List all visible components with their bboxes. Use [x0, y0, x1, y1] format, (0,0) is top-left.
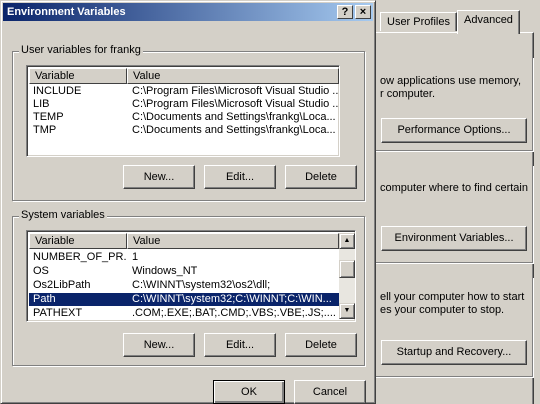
button-label: Environment Variables...: [394, 232, 514, 244]
variable-name: TEMP: [33, 111, 64, 123]
list-item[interactable]: TEMP C:\Documents and Settings\frankg\Lo…: [29, 111, 339, 124]
user-new-button[interactable]: New...: [123, 165, 195, 189]
variable-name: NUMBER_OF_PR...: [33, 251, 127, 263]
list-item[interactable]: OS Windows_NT: [29, 265, 339, 278]
variable-value: Windows_NT: [132, 265, 198, 277]
close-button[interactable]: ×: [355, 5, 371, 19]
button-label: Performance Options...: [397, 124, 511, 136]
tab-user-profiles[interactable]: User Profiles: [380, 12, 457, 31]
column-label: Variable: [35, 70, 75, 82]
button-label: New...: [143, 171, 175, 183]
system-variables-list[interactable]: Variable Value NUMBER_OF_PR... 1 OS Wind…: [26, 230, 356, 322]
environment-description: computer where to find certain: [380, 182, 528, 194]
tab-label: User Profiles: [387, 16, 450, 28]
variable-name: LIB: [33, 98, 50, 110]
button-label: OK: [241, 386, 257, 398]
button-label: Edit...: [225, 339, 255, 351]
variable-name: Os2LibPath: [33, 279, 91, 291]
variable-value: C:\Program Files\Microsoft Visual Studio…: [132, 85, 340, 97]
system-edit-button[interactable]: Edit...: [204, 333, 276, 357]
vertical-scrollbar[interactable]: ▲ ▼: [339, 233, 355, 319]
close-icon: ×: [359, 6, 367, 18]
list-item[interactable]: Os2LibPath C:\WINNT\system32\os2\dll;: [29, 279, 339, 292]
user-variables-label: User variables for frankg: [19, 44, 143, 56]
list-item[interactable]: INCLUDE C:\Program Files\Microsoft Visua…: [29, 85, 339, 98]
variable-value: C:\WINNT\system32\os2\dll;: [132, 279, 271, 291]
list-item[interactable]: LIB C:\Program Files\Microsoft Visual St…: [29, 98, 339, 111]
list-item[interactable]: TMP C:\Documents and Settings\frankg\Loc…: [29, 124, 339, 137]
variable-name: PATHEXT: [33, 307, 83, 319]
startup-description-2: es your computer to stop.: [380, 304, 505, 316]
help-icon: ?: [341, 6, 349, 18]
scroll-up-icon: ▲: [343, 237, 351, 244]
variable-value: C:\Program Files\Microsoft Visual Studio…: [132, 98, 340, 110]
performance-description: ow applications use memory,: [380, 75, 522, 87]
variable-name: OS: [33, 265, 49, 277]
column-variable[interactable]: Variable: [29, 68, 127, 84]
variable-value: C:\Documents and Settings\frankg\Loca...: [132, 111, 336, 123]
variable-name: TMP: [33, 124, 57, 136]
scroll-down-button[interactable]: ▼: [339, 303, 355, 319]
scroll-thumb[interactable]: [339, 260, 355, 278]
button-label: Delete: [305, 171, 337, 183]
user-edit-button[interactable]: Edit...: [204, 165, 276, 189]
column-value[interactable]: Value: [127, 68, 339, 84]
variable-name: Path: [33, 293, 56, 305]
startup-recovery-button[interactable]: Startup and Recovery...: [381, 340, 527, 365]
environment-variables-dialog: Environment Variables ? × User variables…: [0, 0, 376, 404]
list-item[interactable]: NUMBER_OF_PR... 1: [29, 251, 339, 264]
scroll-up-button[interactable]: ▲: [339, 233, 355, 249]
performance-options-button[interactable]: Performance Options...: [381, 118, 527, 143]
help-button[interactable]: ?: [337, 5, 353, 19]
button-label: Cancel: [312, 386, 348, 398]
title-bar[interactable]: Environment Variables ? ×: [3, 3, 373, 21]
tab-label: Advanced: [464, 14, 513, 26]
startup-description: ell your computer how to start: [380, 291, 525, 303]
variable-value: C:\WINNT\system32;C:\WINNT;C:\WIN...: [132, 293, 332, 305]
system-variables-label: System variables: [19, 209, 107, 221]
environment-variables-button[interactable]: Environment Variables...: [381, 226, 527, 251]
button-label: Edit...: [225, 171, 255, 183]
button-label: New...: [143, 339, 175, 351]
variable-value: C:\Documents and Settings\frankg\Loca...: [132, 124, 336, 136]
performance-description-2: r computer.: [380, 88, 436, 100]
window-title: Environment Variables: [7, 6, 126, 18]
user-variables-list[interactable]: Variable Value INCLUDE C:\Program Files\…: [26, 65, 340, 157]
ok-button[interactable]: OK: [213, 380, 285, 404]
user-delete-button[interactable]: Delete: [285, 165, 357, 189]
column-label: Value: [133, 235, 161, 247]
column-label: Variable: [35, 235, 75, 247]
scroll-down-icon: ▼: [343, 307, 351, 314]
list-item[interactable]: PATHEXT .COM;.EXE;.BAT;.CMD;.VBS;.VBE;.J…: [29, 307, 339, 320]
button-label: Delete: [305, 339, 337, 351]
variable-name: INCLUDE: [33, 85, 82, 97]
cancel-button[interactable]: Cancel: [294, 380, 366, 404]
system-properties-tabs: User Profiles Advanced: [376, 0, 540, 34]
variable-value: .COM;.EXE;.BAT;.CMD;.VBS;.VBE;.JS;....: [132, 307, 336, 319]
button-label: Startup and Recovery...: [396, 346, 512, 358]
list-item-selected[interactable]: Path C:\WINNT\system32;C:\WINNT;C:\WIN..…: [29, 293, 339, 306]
variable-value: 1: [132, 251, 139, 263]
system-new-button[interactable]: New...: [123, 333, 195, 357]
system-delete-button[interactable]: Delete: [285, 333, 357, 357]
column-variable[interactable]: Variable: [29, 233, 127, 249]
column-label: Value: [133, 70, 161, 82]
tab-advanced[interactable]: Advanced: [457, 10, 520, 34]
column-value[interactable]: Value: [127, 233, 339, 249]
